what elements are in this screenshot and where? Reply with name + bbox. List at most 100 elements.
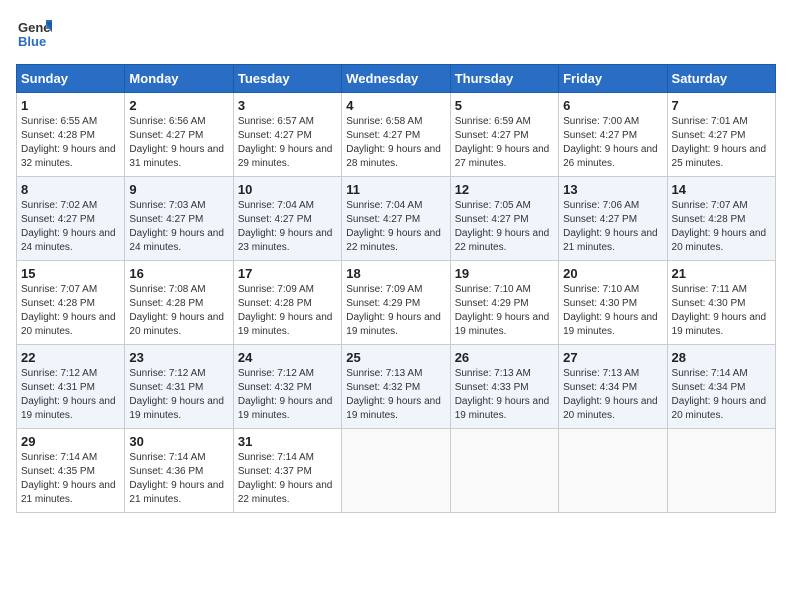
day-number: 4 <box>346 98 445 113</box>
day-number: 15 <box>21 266 120 281</box>
calendar-day-cell: 31 Sunrise: 7:14 AMSunset: 4:37 PMDayligh… <box>233 429 341 513</box>
day-number: 25 <box>346 350 445 365</box>
day-number: 29 <box>21 434 120 449</box>
day-number: 17 <box>238 266 337 281</box>
calendar-day-cell: 23Sunrise: 7:12 AMSunset: 4:31 PMDayligh… <box>125 345 233 429</box>
day-info: Sunrise: 7:01 AMSunset: 4:27 PMDaylight:… <box>672 115 771 171</box>
day-number: 31 <box>238 434 337 449</box>
calendar-day-cell: 11 Sunrise: 7:04 AMSunset: 4:27 PMDayligh… <box>342 177 450 261</box>
day-info: Sunrise: 7:14 AMSunset: 4:37 PMDaylight:… <box>238 451 337 507</box>
day-info: Sunrise: 6:58 AMSunset: 4:27 PMDaylight:… <box>346 115 445 171</box>
calendar-day-cell: 13 Sunrise: 7:06 AMSunset: 4:27 PMDayligh… <box>559 177 667 261</box>
calendar-day-cell: 9 Sunrise: 7:03 AMSunset: 4:27 PMDaylight… <box>125 177 233 261</box>
calendar-day-cell: 28 Sunrise: 7:14 AMSunset: 4:34 PMDayligh… <box>667 345 775 429</box>
day-info: Sunrise: 7:14 AMSunset: 4:34 PMDaylight:… <box>672 367 771 423</box>
calendar-week-row: 15 Sunrise: 7:07 AMSunset: 4:28 PMDayligh… <box>17 261 776 345</box>
calendar-day-cell: 21Sunrise: 7:11 AMSunset: 4:30 PMDayligh… <box>667 261 775 345</box>
calendar-week-row: 29 Sunrise: 7:14 AMSunset: 4:35 PMDayligh… <box>17 429 776 513</box>
weekday-header-thursday: Thursday <box>450 65 558 93</box>
calendar-day-cell: 8Sunrise: 7:02 AMSunset: 4:27 PMDaylight… <box>17 177 125 261</box>
calendar-day-cell: 29 Sunrise: 7:14 AMSunset: 4:35 PMDayligh… <box>17 429 125 513</box>
calendar-day-cell: 17 Sunrise: 7:09 AMSunset: 4:28 PMDayligh… <box>233 261 341 345</box>
day-number: 9 <box>129 182 228 197</box>
day-info: Sunrise: 7:14 AMSunset: 4:36 PMDaylight:… <box>129 451 228 507</box>
day-info: Sunrise: 7:10 AMSunset: 4:30 PMDaylight:… <box>563 283 662 339</box>
day-info: Sunrise: 7:09 AMSunset: 4:28 PMDaylight:… <box>238 283 337 339</box>
calendar-day-cell: 10Sunrise: 7:04 AMSunset: 4:27 PMDayligh… <box>233 177 341 261</box>
day-info: Sunrise: 7:06 AMSunset: 4:27 PMDaylight:… <box>563 199 662 255</box>
calendar-day-cell: 22Sunrise: 7:12 AMSunset: 4:31 PMDayligh… <box>17 345 125 429</box>
calendar-day-cell: 4 Sunrise: 6:58 AMSunset: 4:27 PMDaylight… <box>342 93 450 177</box>
svg-text:Blue: Blue <box>18 34 46 49</box>
day-number: 20 <box>563 266 662 281</box>
day-info: Sunrise: 7:12 AMSunset: 4:31 PMDaylight:… <box>21 367 120 423</box>
day-info: Sunrise: 7:14 AMSunset: 4:35 PMDaylight:… <box>21 451 120 507</box>
calendar-table: SundayMondayTuesdayWednesdayThursdayFrid… <box>16 64 776 513</box>
day-info: Sunrise: 7:05 AMSunset: 4:27 PMDaylight:… <box>455 199 554 255</box>
day-number: 5 <box>455 98 554 113</box>
calendar-day-cell <box>667 429 775 513</box>
day-number: 23 <box>129 350 228 365</box>
day-number: 11 <box>346 182 445 197</box>
calendar-day-cell: 6Sunrise: 7:00 AMSunset: 4:27 PMDaylight… <box>559 93 667 177</box>
day-number: 6 <box>563 98 662 113</box>
day-number: 3 <box>238 98 337 113</box>
day-number: 19 <box>455 266 554 281</box>
weekday-header-wednesday: Wednesday <box>342 65 450 93</box>
calendar-day-cell: 14Sunrise: 7:07 AMSunset: 4:28 PMDayligh… <box>667 177 775 261</box>
day-info: Sunrise: 7:09 AMSunset: 4:29 PMDaylight:… <box>346 283 445 339</box>
day-number: 12 <box>455 182 554 197</box>
calendar-day-cell: 19 Sunrise: 7:10 AMSunset: 4:29 PMDayligh… <box>450 261 558 345</box>
day-info: Sunrise: 6:59 AMSunset: 4:27 PMDaylight:… <box>455 115 554 171</box>
calendar-week-row: 1 Sunrise: 6:55 AMSunset: 4:28 PMDaylight… <box>17 93 776 177</box>
day-info: Sunrise: 6:57 AMSunset: 4:27 PMDaylight:… <box>238 115 337 171</box>
calendar-day-cell: 18 Sunrise: 7:09 AMSunset: 4:29 PMDayligh… <box>342 261 450 345</box>
day-number: 2 <box>129 98 228 113</box>
header: General Blue <box>16 16 776 52</box>
calendar-day-cell: 30 Sunrise: 7:14 AMSunset: 4:36 PMDayligh… <box>125 429 233 513</box>
day-info: Sunrise: 7:13 AMSunset: 4:33 PMDaylight:… <box>455 367 554 423</box>
day-info: Sunrise: 7:08 AMSunset: 4:28 PMDaylight:… <box>129 283 228 339</box>
calendar-day-cell: 20 Sunrise: 7:10 AMSunset: 4:30 PMDayligh… <box>559 261 667 345</box>
day-number: 7 <box>672 98 771 113</box>
day-info: Sunrise: 7:04 AMSunset: 4:27 PMDaylight:… <box>346 199 445 255</box>
calendar-body: 1 Sunrise: 6:55 AMSunset: 4:28 PMDaylight… <box>17 93 776 513</box>
day-number: 14 <box>672 182 771 197</box>
day-info: Sunrise: 6:56 AMSunset: 4:27 PMDaylight:… <box>129 115 228 171</box>
day-info: Sunrise: 7:03 AMSunset: 4:27 PMDaylight:… <box>129 199 228 255</box>
calendar-day-cell <box>450 429 558 513</box>
day-number: 10 <box>238 182 337 197</box>
weekday-header-saturday: Saturday <box>667 65 775 93</box>
logo: General Blue <box>16 16 56 52</box>
day-number: 1 <box>21 98 120 113</box>
weekday-header-monday: Monday <box>125 65 233 93</box>
calendar-week-row: 22Sunrise: 7:12 AMSunset: 4:31 PMDayligh… <box>17 345 776 429</box>
calendar-day-cell: 12 Sunrise: 7:05 AMSunset: 4:27 PMDayligh… <box>450 177 558 261</box>
calendar-day-cell: 5 Sunrise: 6:59 AMSunset: 4:27 PMDaylight… <box>450 93 558 177</box>
day-info: Sunrise: 6:55 AMSunset: 4:28 PMDaylight:… <box>21 115 120 171</box>
day-info: Sunrise: 7:11 AMSunset: 4:30 PMDaylight:… <box>672 283 771 339</box>
calendar-day-cell: 15 Sunrise: 7:07 AMSunset: 4:28 PMDayligh… <box>17 261 125 345</box>
calendar-day-cell: 3 Sunrise: 6:57 AMSunset: 4:27 PMDaylight… <box>233 93 341 177</box>
weekday-header-sunday: Sunday <box>17 65 125 93</box>
calendar-day-cell: 26Sunrise: 7:13 AMSunset: 4:33 PMDayligh… <box>450 345 558 429</box>
day-info: Sunrise: 7:13 AMSunset: 4:32 PMDaylight:… <box>346 367 445 423</box>
day-number: 30 <box>129 434 228 449</box>
calendar-day-cell: 1 Sunrise: 6:55 AMSunset: 4:28 PMDaylight… <box>17 93 125 177</box>
day-number: 28 <box>672 350 771 365</box>
day-number: 13 <box>563 182 662 197</box>
calendar-day-cell: 7 Sunrise: 7:01 AMSunset: 4:27 PMDaylight… <box>667 93 775 177</box>
day-number: 18 <box>346 266 445 281</box>
day-info: Sunrise: 7:07 AMSunset: 4:28 PMDaylight:… <box>21 283 120 339</box>
calendar-day-cell: 27Sunrise: 7:13 AMSunset: 4:34 PMDayligh… <box>559 345 667 429</box>
day-number: 24 <box>238 350 337 365</box>
weekday-header-tuesday: Tuesday <box>233 65 341 93</box>
day-info: Sunrise: 7:12 AMSunset: 4:32 PMDaylight:… <box>238 367 337 423</box>
calendar-day-cell: 24 Sunrise: 7:12 AMSunset: 4:32 PMDayligh… <box>233 345 341 429</box>
day-info: Sunrise: 7:10 AMSunset: 4:29 PMDaylight:… <box>455 283 554 339</box>
day-number: 16 <box>129 266 228 281</box>
calendar-day-cell: 2 Sunrise: 6:56 AMSunset: 4:27 PMDaylight… <box>125 93 233 177</box>
calendar-day-cell: 25 Sunrise: 7:13 AMSunset: 4:32 PMDayligh… <box>342 345 450 429</box>
calendar-day-cell: 16 Sunrise: 7:08 AMSunset: 4:28 PMDayligh… <box>125 261 233 345</box>
weekday-header-friday: Friday <box>559 65 667 93</box>
